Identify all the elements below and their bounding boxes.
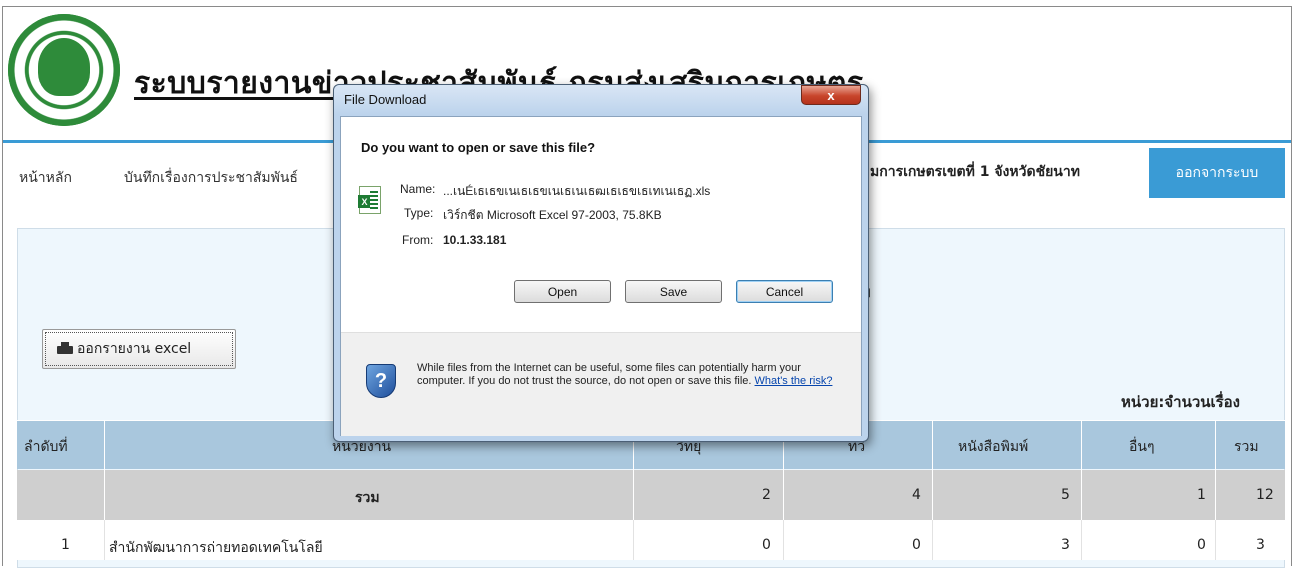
col-divider [1215,420,1216,520]
row-radio: 0 [762,537,771,553]
col-divider [1215,520,1216,560]
total-tv: 4 [912,487,921,503]
name-value: ...เนÉเธเธขเนเธเธขเนเธเนเธฒเธเธขเธเทเนเธ… [443,184,711,198]
cancel-button[interactable]: Cancel [736,280,833,303]
from-label: From: [402,233,434,247]
total-radio: 2 [762,487,771,503]
spreadsheet-grid-icon [370,191,378,209]
row-other: 0 [1197,537,1206,553]
row-agency: สำนักพัฒนาการถ่ายทอดเทคโนโลยี [109,540,323,556]
total-newspaper: 5 [1061,487,1070,503]
col-divider [104,420,105,520]
total-label: รวม [355,490,380,506]
excel-file-icon: X [358,186,381,214]
col-divider [932,420,933,520]
open-button[interactable]: Open [514,280,611,303]
warning-message: While files from the Internet can be use… [417,362,801,387]
printer-icon [57,342,73,356]
logo-emblem-icon [38,38,90,96]
save-button[interactable]: Save [625,280,722,303]
security-warning-text: While files from the Internet can be use… [417,362,847,388]
type-value: เวิร์กชีต Microsoft Excel 97-2003, 75.8K… [443,208,662,222]
col-divider [104,520,105,560]
nav-home[interactable]: หน้าหลัก [19,167,72,189]
close-icon: x [827,87,835,103]
dialog-title: File Download [344,92,427,107]
col-divider [633,520,634,560]
name-label: Name: [400,182,436,196]
total-other: 1 [1197,487,1206,503]
col-divider [1081,520,1082,560]
export-excel-label: ออกรายงาน excel [77,341,192,357]
col-divider [932,520,933,560]
nav-record-pr[interactable]: บันทึกเรื่องการประชาสัมพันธ์ [124,167,298,189]
dialog-question: Do you want to open or save this file? [361,140,596,155]
col-divider [1081,420,1082,520]
user-organization: มการเกษตรเขตที่ 1 จังหวัดชัยนาท [870,164,1080,180]
table-total-row [17,470,1285,520]
th-other: อื่นๆ [1129,439,1155,455]
unit-label: หน่วย:จำนวนเรื่อง [1121,393,1241,411]
th-newspaper: หนังสือพิมพ์ [958,439,1029,455]
type-label: Type: [404,206,434,220]
total-sum: 12 [1256,487,1274,503]
row-no: 1 [61,537,70,553]
dialog-close-button[interactable]: x [801,85,861,105]
row-total: 3 [1256,537,1265,553]
row-tv: 0 [912,537,921,553]
th-order: ลำดับที่ [24,439,68,455]
th-total: รวม [1234,439,1259,455]
col-divider [783,520,784,560]
whats-the-risk-link[interactable]: What's the risk? [755,375,833,387]
export-excel-button[interactable]: ออกรายงาน excel [42,329,236,369]
from-value: 10.1.33.181 [443,233,507,247]
logout-button[interactable]: ออกจากระบบ [1149,148,1285,198]
row-newspaper: 3 [1061,537,1070,553]
security-shield-icon: ? [366,364,396,398]
